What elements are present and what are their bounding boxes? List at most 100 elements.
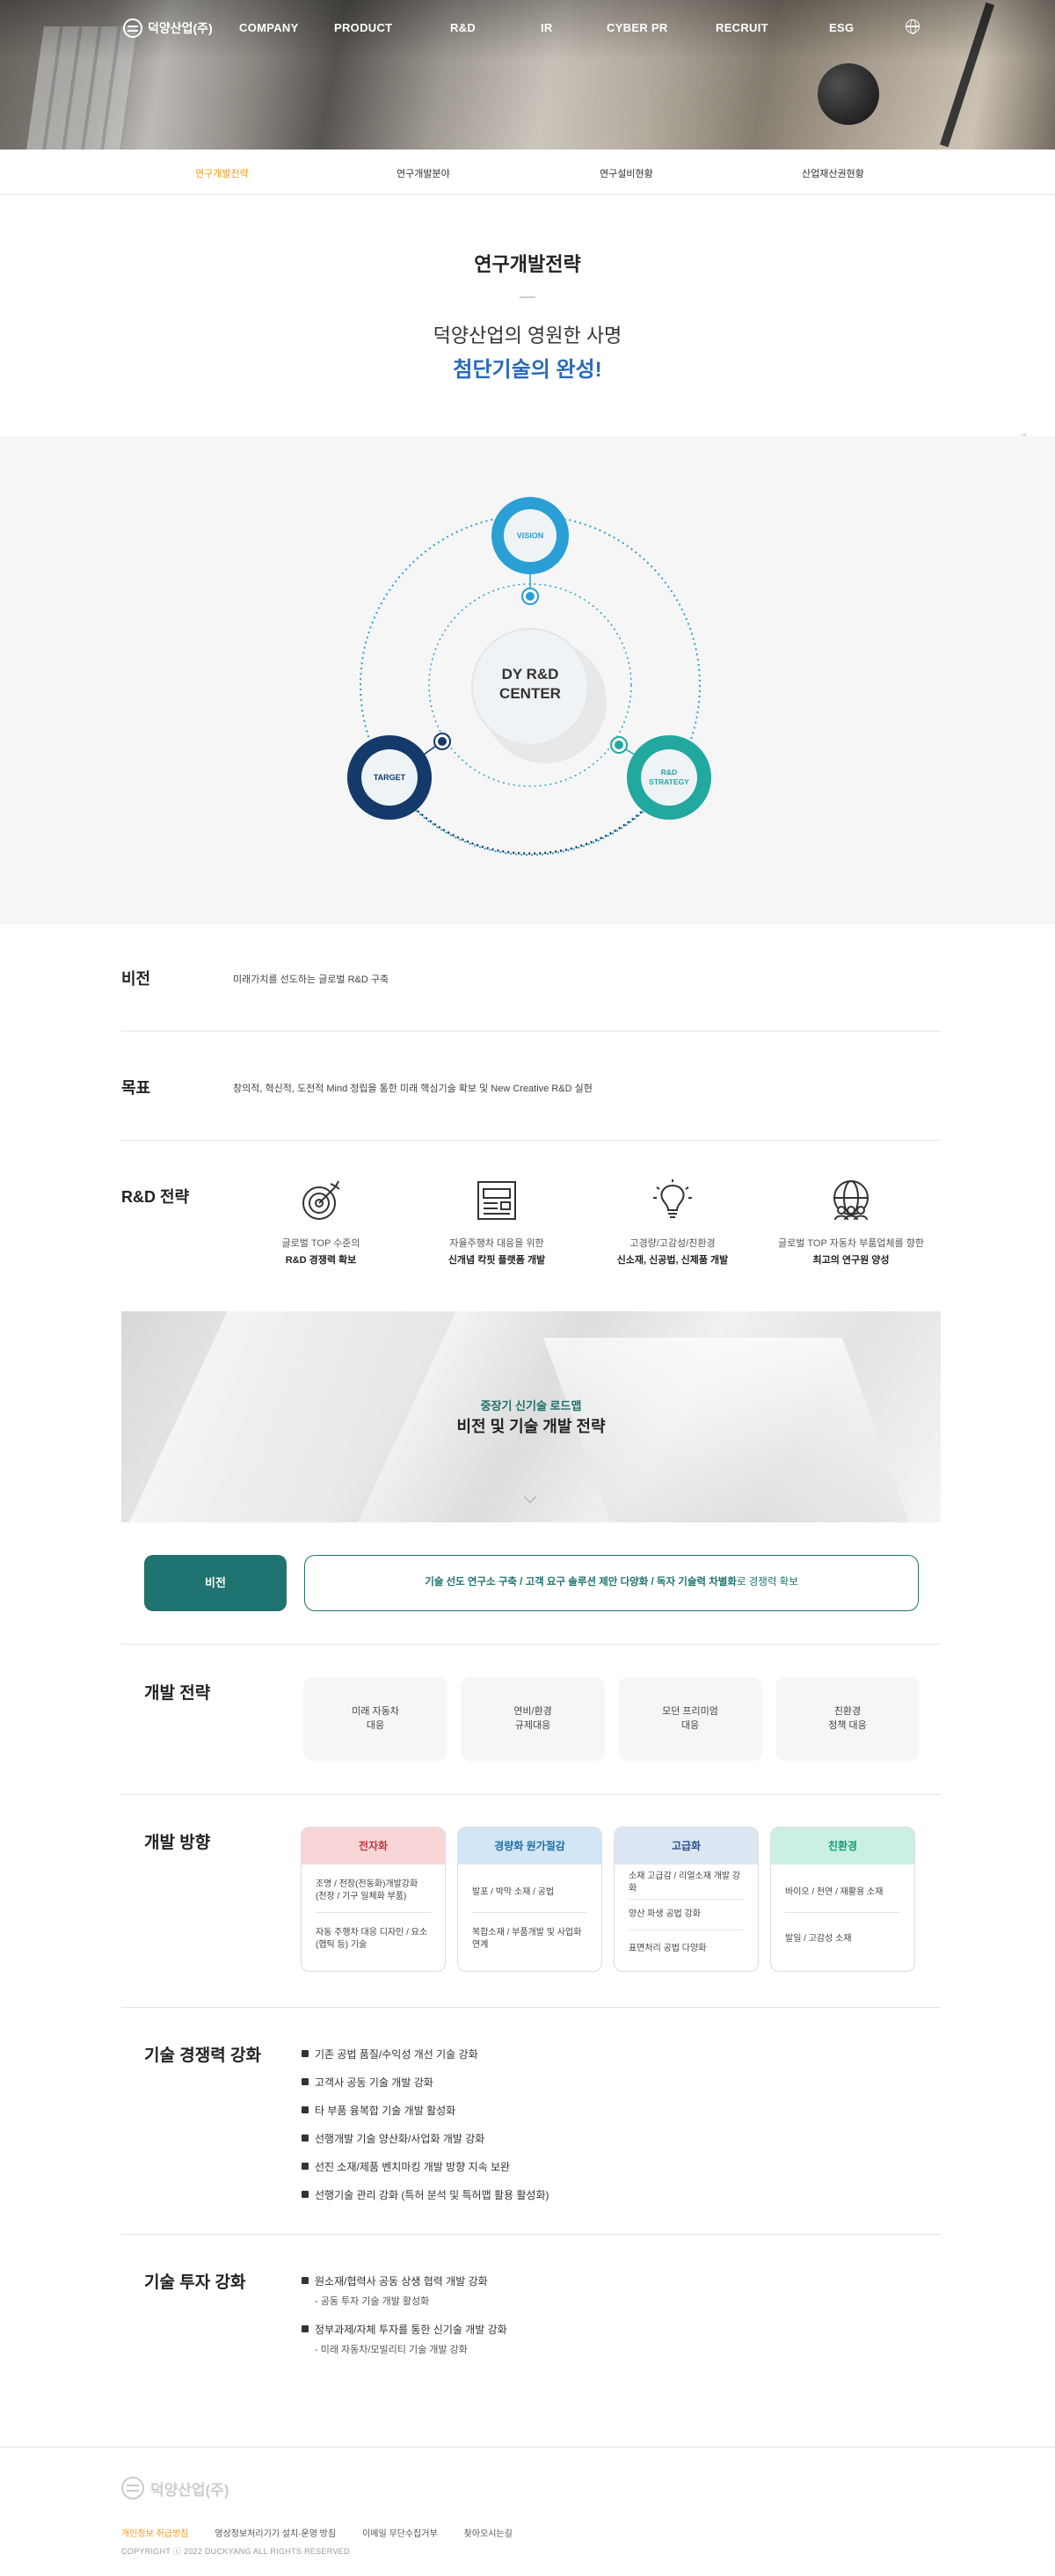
menu-esg[interactable]: ESG (829, 21, 854, 34)
strategy-item: 글로벌 TOP 수준의 R&D 경쟁력 확보 (237, 1179, 404, 1266)
divider (121, 1140, 941, 1141)
tech-investment-heading: 기술 투자 강화 (144, 2273, 246, 2292)
email-refusal-link[interactable]: 이메일 무단수집거부 (362, 2526, 438, 2539)
strategy-line1: 글로벌 TOP 수준의 (281, 1238, 360, 1249)
bullet-item: 정부과제/자체 투자를 통한 신기술 개발 강화 (302, 2324, 507, 2336)
menu-recruit[interactable]: RECRUIT (716, 21, 768, 34)
target-label: TARGET (373, 773, 406, 782)
rnd-diagram: DY R&D CENTER VISION TARGET R&D STRATEGY (0, 436, 1055, 924)
strategy-line2: 최고의 연구원 양성 (812, 1255, 890, 1266)
bullet-item: 선행개발 기술 양산화/사업화 개발 강화 (301, 2133, 485, 2145)
roadmap-subtitle: 중장기 신기술 로드맵 (480, 1399, 582, 1412)
dev-strategy-heading: 개발 전략 (144, 1684, 211, 1703)
menu-product[interactable]: PRODUCT (334, 21, 392, 34)
logo-mark-icon (121, 2477, 144, 2499)
footer-logo-text: 덕양산업(주) (150, 2481, 229, 2499)
lightbulb-icon (653, 1179, 692, 1218)
direction-item: 조명 / 전장(전동화)개발강화 (전장 / 기구 일체화 부품) (316, 1879, 418, 1901)
direction-item: 발포 / 박막 소재 / 공법 (472, 1887, 555, 1897)
page-title: 연구개발전략 (474, 253, 581, 275)
vision-button[interactable]: 비전 (144, 1555, 287, 1611)
logo[interactable]: 덕양산업(주) (123, 18, 213, 38)
strategy-item: 고경량/고감성/친환경 신소재, 신공법, 신제품 개발 (589, 1179, 756, 1266)
card-line: 대응 (680, 1720, 700, 1731)
roadmap-title: 비전 및 기술 개발 전략 (456, 1418, 606, 1435)
page: 덕양산업(주) COMPANY PRODUCT R&D IR CYBER PR … (0, 0, 1055, 2576)
direction-item: 복합소재 / 부품개발 및 사업화 연계 (472, 1928, 582, 1950)
tech-competitiveness-heading: 기술 경쟁력 강화 (144, 2047, 261, 2065)
global-team-icon (833, 1180, 869, 1221)
goal-text: 창의적, 혁신적, 도전적 Mind 정립을 통한 미래 핵심기술 확보 및 N… (233, 1084, 593, 1094)
privacy-policy-link[interactable]: 개인정보 취급방침 (121, 2526, 188, 2539)
direction-column: 고급화 소재 고급감 / 리얼소재 개발 강화 양산 파생 공법 강화 표면처리… (614, 1827, 759, 1972)
card-line: 미래 자동차 (352, 1706, 399, 1717)
hero-banner: 덕양산업(주) COMPANY PRODUCT R&D IR CYBER PR … (0, 0, 1055, 150)
directions-link[interactable]: 찾아오시는길 (464, 2526, 513, 2539)
direction-column: 전자화 조명 / 전장(전동화)개발강화 (전장 / 기구 일체화 부품) 자동… (301, 1827, 446, 1972)
strategy-item: 자율주행차 대응을 위한 신개념 칵핏 플랫폼 개발 (413, 1179, 580, 1266)
chevron-down-icon[interactable] (523, 1490, 537, 1504)
direction-item: 양산 파생 공법 강화 (629, 1909, 701, 1919)
menu-ir[interactable]: IR (541, 21, 553, 34)
card-line: 대응 (366, 1720, 385, 1731)
dev-strategy-card: 미래 자동차대응 (304, 1677, 447, 1760)
footer-links: 개인정보 취급방침 영상정보처리기기 설치·운영 방침 이메일 무단수집거부 찾… (121, 2526, 539, 2539)
divider (472, 1912, 587, 1913)
bullet-item: 기존 공법 품질/수익성 개선 기술 강화 (302, 2048, 478, 2061)
direction-title: 경량화 원가절감 (458, 1828, 601, 1864)
card-line: 친환경 (833, 1706, 862, 1717)
globe-icon[interactable] (906, 19, 920, 34)
mission-text: 덕양산업의 영원한 사명 (433, 325, 622, 347)
divider (121, 2007, 941, 2008)
vision-statement-bold: 기술 선도 연구소 구축 / 고객 요구 솔루션 제안 다양화 / 독자 기술력… (425, 1577, 737, 1587)
bullet-item: 선행기술 관리 강화 (특허 분석 및 특허맵 활용 활성화) (302, 2189, 549, 2201)
cctv-policy-link[interactable]: 영상정보처리기기 설치·운영 방침 (215, 2526, 336, 2539)
strategy-line1: 글로벌 TOP 자동차 부품업체를 향한 (778, 1238, 924, 1249)
vision-dot-core (526, 592, 535, 601)
blueprint-icon (477, 1181, 516, 1220)
strategy-line1: 자율주행차 대응을 위한 (449, 1238, 544, 1249)
strategy-line1: 고경량/고감성/친환경 (629, 1238, 716, 1249)
bullet-sub-item: - 미래 자동차/모빌리티 기술 개발 강화 (315, 2345, 468, 2355)
logo-text: 덕양산업(주) (148, 21, 213, 35)
direction-title: 전자화 (302, 1828, 445, 1864)
copyright: COPYRIGHT ⓒ 2022 DUCKYANG ALL RIGHTS RES… (121, 2547, 350, 2556)
tab-rnd-fields[interactable]: 연구개발분야 (397, 166, 450, 180)
bullet-sub-item: - 공동 투자 기술 개발 활성화 (315, 2296, 430, 2307)
dev-strategy-card: 모던 프리미엄 대응 (619, 1677, 761, 1760)
logo-mark-icon (123, 18, 142, 38)
vision-statement: 기술 선도 연구소 구축 / 고객 요구 솔루션 제안 다양화 / 독자 기술력… (304, 1555, 919, 1611)
strategy-line2: 신소재, 신공법, 신제품 개발 (616, 1255, 729, 1266)
menu-cyber-pr[interactable]: CYBER PR (607, 21, 668, 34)
divider (121, 1031, 941, 1032)
tab-ip-status[interactable]: 산업재산권현황 (802, 166, 864, 180)
dev-strategy-card: 친환경 정책 대응 (776, 1677, 919, 1760)
tab-rnd-strategy[interactable]: 연구개발전략 (195, 166, 249, 180)
center-label: DY R&D CENTER (499, 666, 561, 702)
strategy-heading: R&D 전략 (121, 1188, 190, 1206)
menu-company[interactable]: COMPANY (239, 21, 299, 34)
strategy-item: 글로벌 TOP 자동차 부품업체를 향한 최고의 연구원 양성 (768, 1179, 935, 1266)
direction-title: 고급화 (615, 1828, 758, 1864)
target-dot-core (438, 737, 447, 746)
bullet-item: 원소재/협력사 공동 상생 협력 개발 강화 (302, 2275, 488, 2288)
divider (316, 1912, 431, 1913)
vision-statement-rest: 로 경쟁력 확보 (736, 1577, 798, 1587)
menu-rnd[interactable]: R&D (450, 21, 476, 34)
strategy-line2: 신개념 칵핏 플랫폼 개발 (447, 1255, 546, 1266)
strategy-label: R&D STRATEGY (649, 768, 689, 786)
mission-highlight: 첨단기술의 완성! (453, 358, 602, 382)
direction-item: 자동 주행차 대응 디자인 / 요소(햅틱 등) 기술 (316, 1928, 428, 1950)
card-line: 규제대응 (514, 1720, 551, 1731)
direction-item: 소재 고급감 / 리얼소재 개발 강화 (629, 1872, 741, 1894)
dev-strategy-card: 연비/환경 규제대응 (462, 1677, 604, 1760)
divider (121, 1644, 941, 1645)
direction-title: 친환경 (771, 1828, 914, 1864)
dev-direction-heading: 개발 방향 (144, 1834, 211, 1852)
goal-heading: 목표 (121, 1079, 151, 1097)
direction-item: 발일 / 고감성 소재 (785, 1934, 852, 1944)
tab-rnd-facilities[interactable]: 연구설비현황 (600, 166, 653, 180)
direction-column: 친환경 바이오 / 천연 / 재활용 소재 발일 / 고감성 소재 (770, 1827, 915, 1972)
roadmap-banner: 중장기 신기술 로드맵 비전 및 기술 개발 전략 (121, 1311, 941, 1522)
footer-logo[interactable]: 덕양산업(주) (121, 2477, 229, 2499)
